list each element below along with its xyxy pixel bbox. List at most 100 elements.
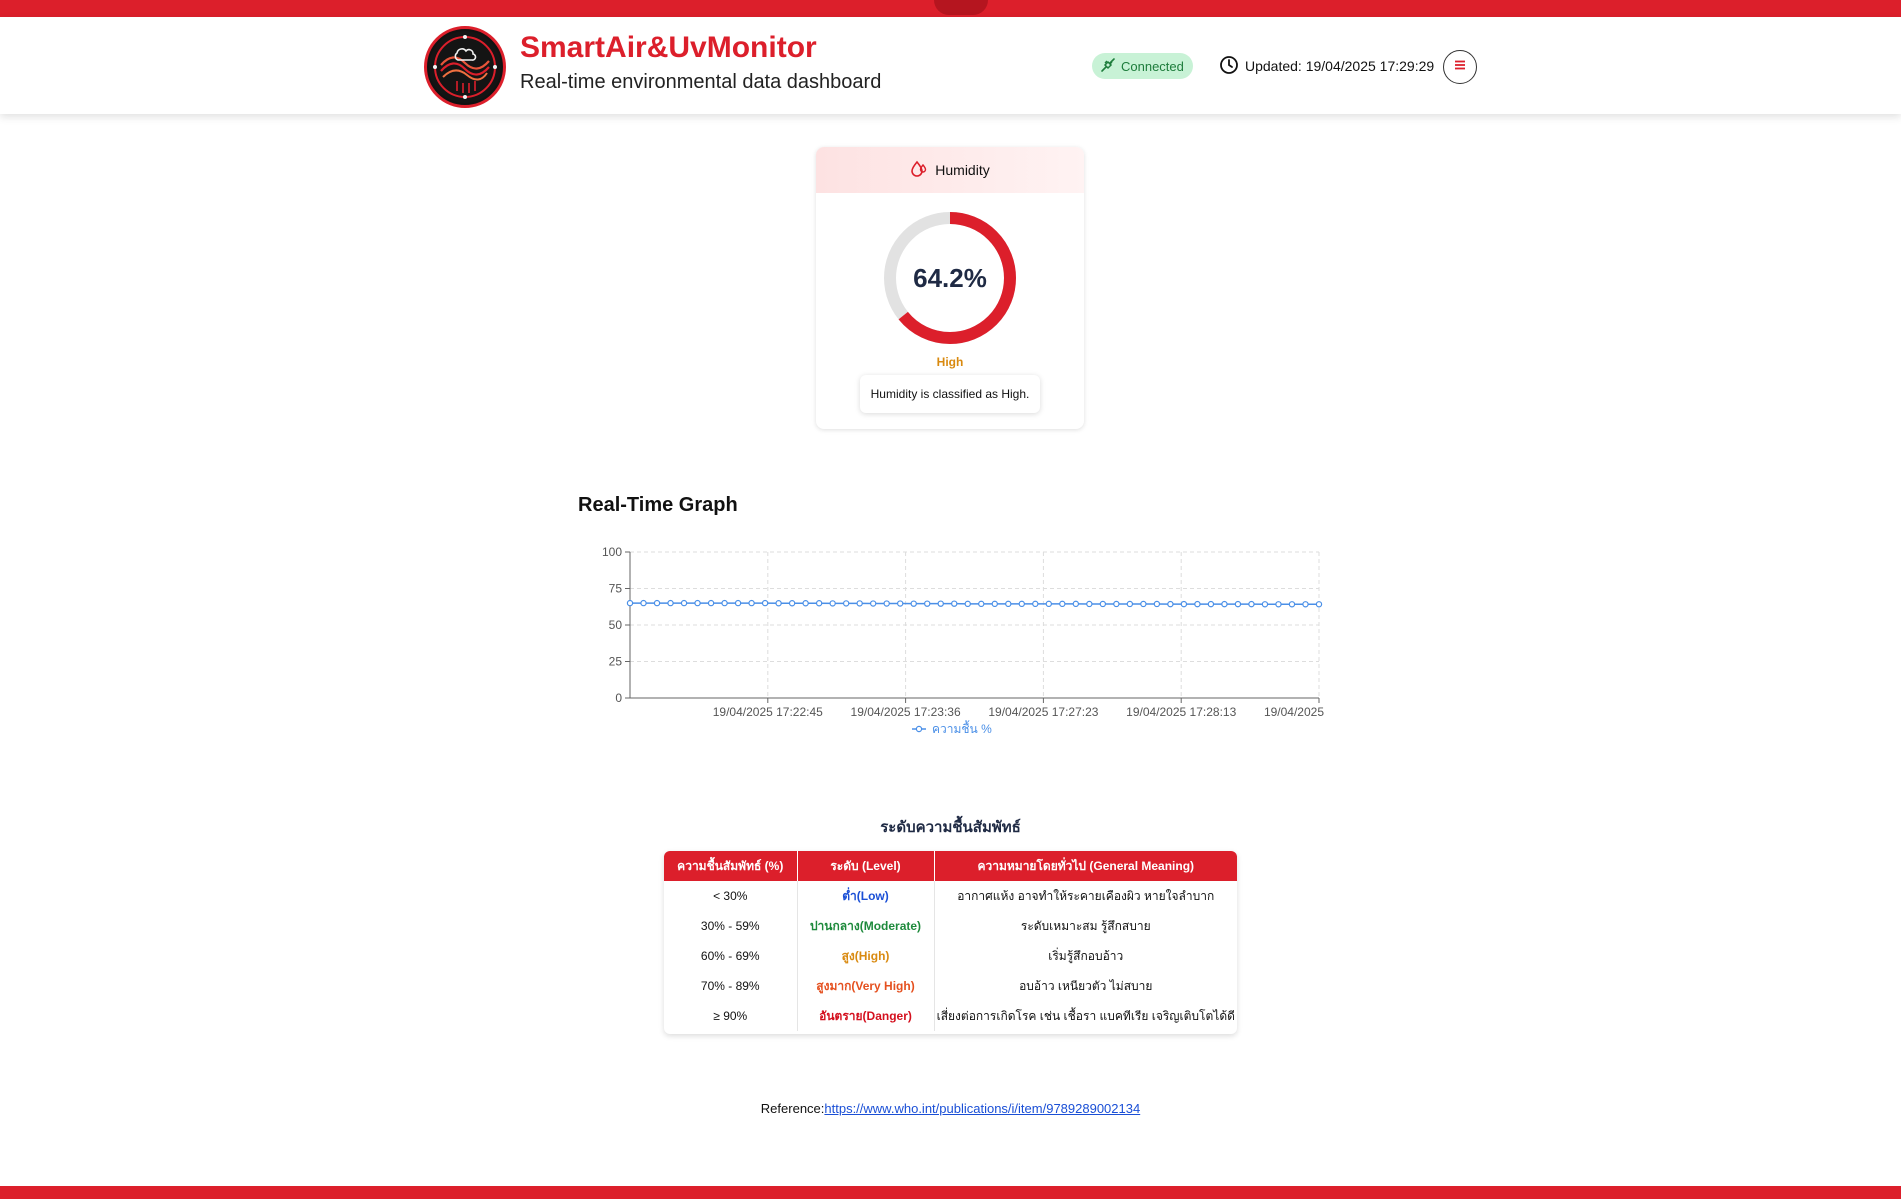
hamburger-menu-icon [1453, 58, 1467, 76]
app-header: SmartAir&UvMonitor Real-time environment… [0, 17, 1901, 114]
data-point [1194, 600, 1201, 608]
data-point [1126, 600, 1134, 608]
table-row: ≥ 90% อันตราย(Danger) เสี่ยงต่อการเกิดโรค … [664, 1001, 1237, 1031]
data-point [815, 600, 823, 607]
x-tick-label: 19/04/2025 17:23:36 [851, 705, 961, 719]
data-point [626, 599, 634, 607]
humidity-level: High [936, 355, 964, 369]
x-tick-label: 19/04/2025 17:29:29 [1264, 705, 1328, 719]
connection-status-badge: Connected [1092, 53, 1193, 79]
app-title: SmartAir&UvMonitor [520, 31, 817, 64]
humidity-card: Humidity 64.2% High Humidity is classifi… [816, 147, 1084, 429]
weather-cloud-logo-icon [424, 26, 506, 108]
data-point [1180, 600, 1188, 608]
data-point [856, 600, 863, 607]
menu-button[interactable] [1443, 50, 1477, 84]
data-point [829, 600, 836, 607]
data-point [761, 599, 769, 607]
data-point [1167, 600, 1174, 608]
cell-level: สูงมาก(Very High) [797, 971, 935, 1001]
data-point [748, 599, 755, 607]
y-tick-label: 50 [609, 618, 623, 632]
table-row: < 30% ต่ำ(Low) อากาศแห้ง อาจทำให้ระคายเคือ… [664, 881, 1237, 911]
app-subtitle: Real-time environmental data dashboard [520, 71, 882, 93]
data-point [1018, 600, 1025, 608]
data-point [1221, 600, 1228, 608]
series-line [630, 602, 1319, 606]
data-point [1140, 600, 1147, 608]
cell-meaning: อบอ้าว เหนียวตัว ไม่สบาย [1019, 978, 1153, 993]
data-point [1261, 601, 1269, 608]
data-point [653, 599, 661, 607]
data-point [924, 600, 931, 607]
data-point [1059, 600, 1066, 608]
data-point [694, 599, 701, 607]
top-accent-notch [934, 0, 988, 15]
cell-range: ≥ 90% [664, 1001, 798, 1031]
data-point [1005, 600, 1012, 608]
data-point [1045, 600, 1053, 608]
column-header-meaning: ความหมายโดยทั่วไป (General Meaning) [934, 851, 1237, 881]
humidity-card-title: Humidity [935, 162, 990, 178]
legend-marker [915, 725, 923, 733]
x-tick-label: 19/04/2025 17:22:45 [713, 705, 823, 719]
cell-range: < 30% [664, 881, 798, 911]
y-tick-label: 25 [609, 655, 623, 669]
legend-label: ความชื้น % [932, 720, 992, 736]
data-point [1153, 600, 1161, 608]
cell-meaning: เสี่ยงต่อการเกิดโรค เช่น เชื้อรา แบคทีเร… [936, 1008, 1235, 1023]
table-row: 60% - 69% สูง(High) เริ่มรู้สึกอบอ้าว [664, 941, 1237, 971]
data-point [978, 600, 985, 608]
cell-level: ต่ำ(Low) [797, 881, 935, 911]
cell-meaning: อากาศแห้ง อาจทำให้ระคายเคืองผิว หายใจลำบ… [957, 888, 1215, 903]
data-point [883, 600, 890, 607]
table-row: 30% - 59% ปานกลาง(Moderate) ระดับเหมาะสม ร… [664, 911, 1237, 941]
data-point [1302, 601, 1309, 608]
last-updated: Updated: 19/04/2025 17:29:29 [1219, 54, 1434, 78]
data-point [869, 600, 877, 607]
data-point [937, 600, 944, 607]
data-point [802, 600, 809, 607]
table-row: 70% - 89% สูงมาก(Very High) อบอ้าว เหนียวต… [664, 971, 1237, 1001]
x-tick-label: 19/04/2025 17:27:23 [988, 705, 1098, 719]
humidity-line-chart: 0 25 50 75 100 19/04/2025 17:22:45 19/04/2025 … [578, 540, 1374, 750]
droplet-icon [910, 160, 928, 181]
reference: Reference:https://www.who.int/publicatio… [0, 1101, 1901, 1116]
data-point [775, 600, 782, 607]
x-tick-label: 19/04/2025 17:28:13 [1126, 705, 1236, 719]
data-point [667, 599, 674, 607]
graph-title: Real-Time Graph [578, 494, 738, 516]
data-point [842, 600, 850, 607]
humidity-card-header: Humidity [816, 147, 1084, 193]
data-point [1207, 600, 1215, 608]
plug-connected-icon [1100, 57, 1116, 76]
data-point [1234, 600, 1242, 608]
cell-level: ปานกลาง(Moderate) [797, 911, 935, 941]
bottom-accent-bar [0, 1186, 1901, 1199]
data-point [896, 600, 904, 607]
reference-label: Reference: [760, 1101, 825, 1116]
data-point [1072, 600, 1080, 608]
data-point [910, 600, 917, 607]
cell-range: 70% - 89% [664, 971, 798, 1001]
cell-level: สูง(High) [797, 941, 935, 971]
data-point [680, 599, 688, 607]
humidity-table-title: ระดับความชื้นสัมพัทธ์ [880, 819, 1021, 836]
data-point [640, 599, 647, 607]
cell-range: 60% - 69% [664, 941, 798, 971]
data-point [964, 600, 971, 608]
reference-link[interactable]: https://www.who.int/publications/i/item/… [824, 1101, 1140, 1116]
connection-status-label: Connected [1121, 58, 1184, 74]
humidity-gauge: 64.2% [882, 210, 1018, 346]
cell-level: อันตราย(Danger) [797, 1001, 935, 1031]
column-header-level: ระดับ (Level) [797, 851, 935, 881]
y-tick-label: 75 [609, 582, 623, 596]
data-point [707, 599, 715, 607]
cell-meaning: ระดับเหมาะสม รู้สึกสบาย [1020, 918, 1151, 933]
data-point [1086, 600, 1093, 608]
data-point [721, 599, 728, 607]
column-header-range: ความชื้นสัมพัทธ์ (%) [664, 851, 798, 881]
clock-icon [1219, 55, 1239, 78]
data-point [951, 600, 958, 607]
data-point [991, 600, 998, 608]
